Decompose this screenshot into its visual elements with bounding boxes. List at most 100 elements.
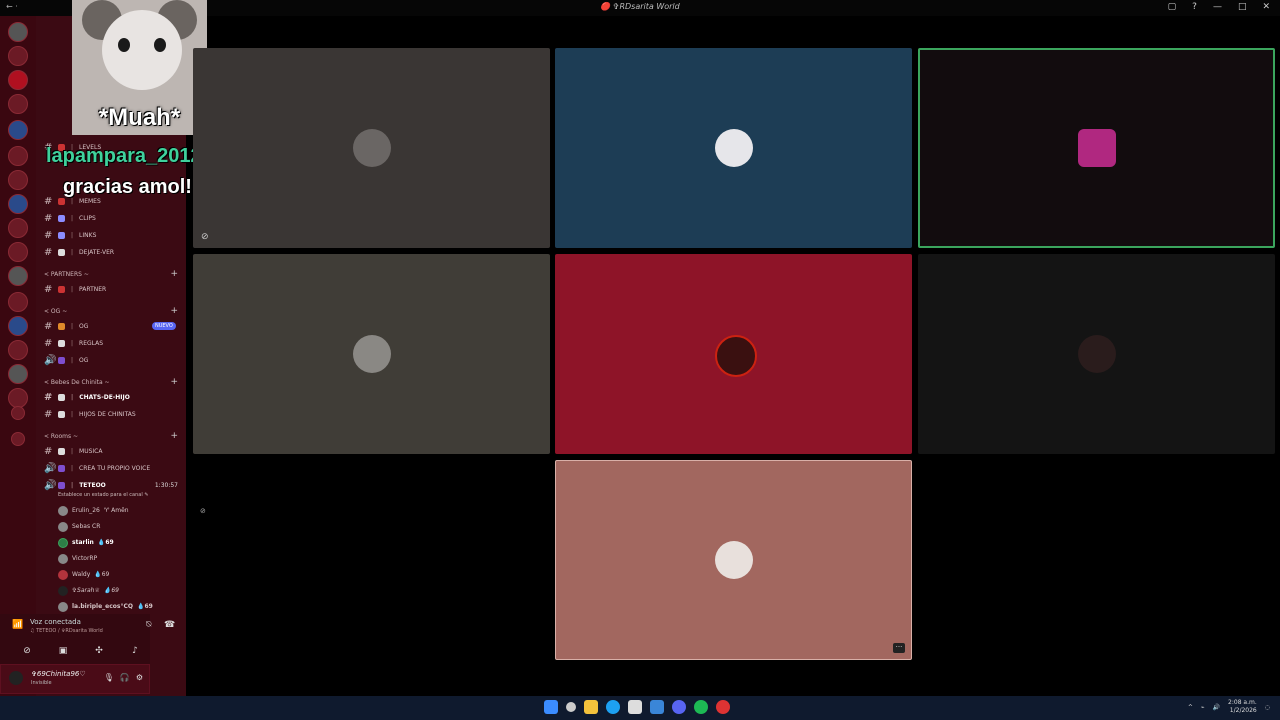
server-icon[interactable]	[8, 194, 28, 214]
server-icon[interactable]	[8, 22, 28, 42]
camera-off-icon[interactable]: ⊘	[16, 644, 38, 658]
voice-user[interactable]: Erulin_26 ♈ Amên ⊘	[58, 504, 206, 517]
soundboard-icon[interactable]: ♪	[124, 644, 146, 658]
hash-icon: #	[44, 283, 53, 295]
server-icon[interactable]	[8, 364, 28, 384]
inbox-icon[interactable]: ▢	[1168, 2, 1177, 12]
participant-tile[interactable]	[555, 48, 912, 248]
muted-icon: ⊘	[200, 506, 206, 515]
signal-icon[interactable]: 📶	[12, 620, 23, 630]
hash-icon: #	[44, 229, 53, 241]
activities-icon[interactable]: ✣	[88, 644, 110, 658]
server-icon[interactable]	[8, 340, 28, 360]
server-icon[interactable]	[8, 94, 28, 114]
server-icon[interactable]	[8, 316, 28, 336]
participant-tile[interactable]	[918, 254, 1275, 454]
avatar	[58, 505, 68, 516]
server-icon[interactable]	[8, 170, 28, 190]
user-name[interactable]: ✞69Chinita96♡	[31, 670, 86, 678]
taskbar-apps	[544, 700, 730, 714]
server-icon[interactable]	[8, 292, 28, 312]
mail-icon[interactable]	[650, 700, 664, 714]
help-icon[interactable]: ?	[1192, 2, 1197, 12]
server-icon[interactable]	[8, 120, 28, 140]
maximize-button[interactable]: □	[1238, 2, 1247, 12]
participant-tile[interactable]	[193, 254, 550, 454]
add-channel-icon[interactable]: +	[170, 306, 178, 316]
category-rooms[interactable]: < Rooms ~	[44, 433, 78, 440]
spotify-icon[interactable]	[694, 700, 708, 714]
server-icon[interactable]	[8, 266, 28, 286]
avatar	[58, 537, 68, 548]
channel-hijos-de-chinitas[interactable]: # | HIJOS DE CHINITAS	[44, 408, 136, 420]
voice-channel-crea[interactable]: 🔊 | CREA TU PROPIO VOICE	[44, 462, 150, 474]
store-icon[interactable]	[628, 700, 642, 714]
start-icon[interactable]	[544, 700, 558, 714]
app-icon[interactable]	[716, 700, 730, 714]
file-explorer-icon[interactable]	[584, 700, 598, 714]
voice-user[interactable]: Waldy 💧69	[58, 568, 109, 581]
category-bebes[interactable]: < Bebes De Chinita ~	[44, 379, 110, 386]
channel-dejate-ver[interactable]: # | DEJATE-VER	[44, 246, 114, 258]
add-channel-icon[interactable]: +	[170, 431, 178, 441]
chevron-up-icon[interactable]: ^	[1188, 704, 1193, 711]
participant-tile[interactable]	[555, 254, 912, 454]
cat-eye	[154, 38, 166, 52]
discord-icon[interactable]	[672, 700, 686, 714]
close-button[interactable]: ✕	[1262, 2, 1270, 12]
clock[interactable]: 2:08 a.m. 1/2/2026	[1228, 699, 1257, 715]
edge-icon[interactable]	[606, 700, 620, 714]
discover-icon[interactable]	[11, 432, 25, 446]
voice-user[interactable]: ✞Sarah♕ 💧69	[58, 584, 119, 597]
server-icon[interactable]	[8, 70, 28, 90]
server-icon[interactable]	[8, 388, 28, 408]
server-icon[interactable]	[8, 242, 28, 262]
minimize-button[interactable]: —	[1213, 2, 1222, 12]
more-options-icon[interactable]: ···	[893, 643, 905, 653]
settings-gear-icon[interactable]: ⚙	[136, 673, 143, 682]
disconnect-icon[interactable]: ☎	[164, 620, 175, 630]
hash-icon: #	[44, 195, 53, 207]
noise-suppression-icon[interactable]: ⍉	[146, 620, 151, 630]
hash-icon: #	[44, 246, 53, 258]
channel-chats-de-hijo[interactable]: # | CHATS-DE-HIJO	[44, 391, 130, 403]
server-icon[interactable]	[8, 146, 28, 166]
set-status-prompt[interactable]: Establece un estado para el canal ✎	[58, 492, 149, 498]
category-og[interactable]: < OG ~	[44, 308, 67, 315]
voice-user[interactable]: la.biriple_ecos°CQ 💧69	[58, 600, 153, 613]
user-controls: 🎙 🎧 ⚙	[104, 673, 143, 682]
channel-og[interactable]: # | OG	[44, 320, 88, 332]
add-server-icon[interactable]	[11, 406, 25, 420]
voice-channel-og[interactable]: 🔊 | OG	[44, 354, 88, 366]
voice-channel-path[interactable]: ♫ TETEOO / ✞RDsarita World	[30, 628, 103, 634]
channel-musica[interactable]: # | MUSICA	[44, 445, 102, 457]
headphones-icon[interactable]: 🎧	[120, 673, 130, 682]
participant-tile[interactable]: ⊘	[193, 48, 550, 248]
voice-channel-teteoo[interactable]: 🔊 | TETEOO	[44, 479, 106, 491]
voice-user[interactable]: VictorRP	[58, 552, 101, 565]
windows-taskbar: ^ ⌁ 🔊 2:08 a.m. 1/2/2026 ◌	[0, 696, 1280, 720]
participant-tile[interactable]: ···	[555, 460, 912, 660]
screen-share-icon[interactable]: ▣	[52, 644, 74, 658]
network-icon[interactable]: ⌁	[1201, 704, 1205, 711]
avatar[interactable]	[9, 671, 23, 685]
channel-partner[interactable]: # | PARTNER	[44, 283, 106, 295]
server-icon[interactable]	[8, 46, 28, 66]
volume-icon[interactable]: 🔊	[1213, 704, 1220, 711]
search-icon[interactable]	[566, 702, 576, 712]
voice-connected-label[interactable]: Voz conectada	[30, 618, 81, 626]
microphone-icon[interactable]: 🎙	[104, 673, 114, 682]
category-partners[interactable]: < PARTNERS ~	[44, 271, 89, 278]
add-channel-icon[interactable]: +	[170, 269, 178, 279]
notifications-icon[interactable]: ◌	[1265, 704, 1270, 711]
channel-clips[interactable]: # | CLIPS	[44, 212, 96, 224]
participant-tile-speaking[interactable]	[918, 48, 1275, 248]
avatar	[58, 521, 68, 532]
channel-reglas[interactable]: # | REGLAS	[44, 337, 103, 349]
server-icon[interactable]	[8, 218, 28, 238]
voice-user[interactable]: starlin 💧69	[58, 536, 114, 549]
add-channel-icon[interactable]: +	[170, 377, 178, 387]
channel-links[interactable]: # | LINKS	[44, 229, 96, 241]
voice-user[interactable]: Sebas CR	[58, 520, 104, 533]
avatar	[1077, 335, 1116, 373]
